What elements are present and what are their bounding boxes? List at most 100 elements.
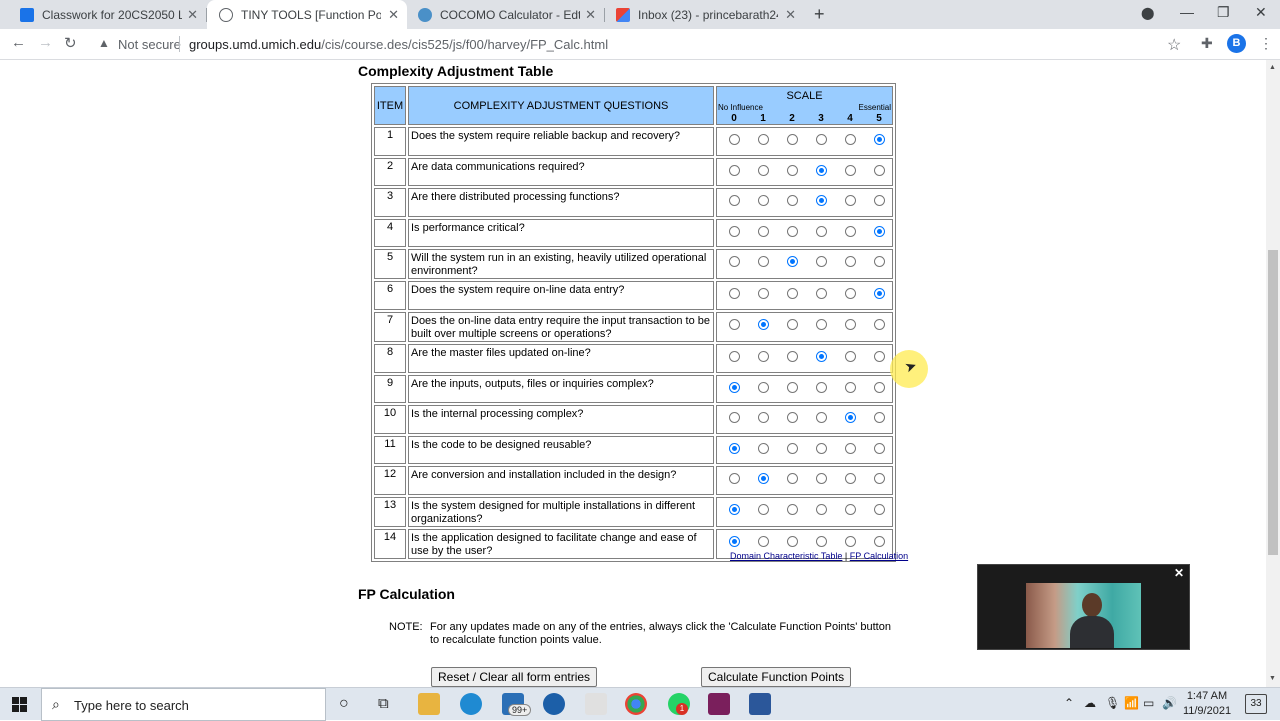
minimize-icon[interactable]: — <box>1180 4 1194 20</box>
scale-radio-1[interactable] <box>758 442 769 454</box>
scale-radio-5[interactable] <box>874 134 885 145</box>
scale-radio-3[interactable] <box>816 288 827 300</box>
maximize-icon[interactable]: ❐ <box>1217 4 1230 21</box>
close-icon[interactable]: ✕ <box>388 7 399 23</box>
calculate-button[interactable]: Calculate Function Points <box>701 667 852 687</box>
scale-radio-5[interactable] <box>874 350 885 362</box>
scale-radio-3[interactable] <box>816 318 827 330</box>
scale-radio-4[interactable] <box>845 503 856 515</box>
profile-avatar[interactable]: B <box>1227 34 1246 53</box>
scale-radio-1[interactable] <box>758 535 769 547</box>
scale-radio-0[interactable] <box>729 318 740 330</box>
forward-icon[interactable]: → <box>38 34 53 51</box>
scale-radio-1[interactable] <box>758 225 769 237</box>
scale-radio-1[interactable] <box>758 473 769 485</box>
close-window-icon[interactable]: ✕ <box>1255 4 1267 21</box>
scale-radio-5[interactable] <box>874 288 885 300</box>
tab-search-icon[interactable]: ⬤ <box>1141 6 1154 20</box>
scale-radio-5[interactable] <box>874 225 885 237</box>
scale-radio-1[interactable] <box>758 412 769 424</box>
scale-radio-5[interactable] <box>874 164 885 176</box>
scale-radio-2[interactable] <box>787 381 798 393</box>
close-icon[interactable]: ✕ <box>585 7 596 23</box>
edge-icon[interactable] <box>460 693 482 715</box>
bookmark-star-icon[interactable]: ☆ <box>1167 35 1181 55</box>
scale-radio-3[interactable] <box>816 134 827 145</box>
scale-radio-0[interactable] <box>729 442 740 454</box>
scale-radio-4[interactable] <box>845 256 856 268</box>
scale-radio-2[interactable] <box>787 134 798 145</box>
show-hidden-icons[interactable]: ⌃ <box>1064 696 1074 710</box>
scale-radio-0[interactable] <box>729 503 740 515</box>
scale-radio-4[interactable] <box>845 288 856 300</box>
scale-radio-4[interactable] <box>845 473 856 485</box>
wifi-icon[interactable]: 📶 <box>1124 696 1139 710</box>
scale-radio-2[interactable] <box>787 442 798 454</box>
scale-radio-0[interactable] <box>729 256 740 268</box>
scale-radio-0[interactable] <box>729 412 740 424</box>
volume-icon[interactable]: 🔊 <box>1162 696 1177 710</box>
scale-radio-0[interactable] <box>729 381 740 393</box>
scale-radio-3[interactable] <box>816 412 827 424</box>
scale-radio-3[interactable] <box>816 381 827 393</box>
scale-radio-4[interactable] <box>845 350 856 362</box>
menu-icon[interactable]: ⋮ <box>1259 35 1273 52</box>
windows-start-icon[interactable] <box>12 697 28 713</box>
scale-radio-0[interactable] <box>729 535 740 547</box>
scale-radio-2[interactable] <box>787 412 798 424</box>
close-icon[interactable]: ✕ <box>1174 566 1184 580</box>
scale-radio-0[interactable] <box>729 134 740 145</box>
app-icon[interactable] <box>708 693 730 715</box>
file-explorer-icon[interactable] <box>418 693 440 715</box>
scale-radio-0[interactable] <box>729 164 740 176</box>
scale-radio-5[interactable] <box>874 473 885 485</box>
scale-radio-4[interactable] <box>845 535 856 547</box>
chrome-icon[interactable] <box>625 693 647 715</box>
scale-radio-4[interactable] <box>845 381 856 393</box>
scale-radio-3[interactable] <box>816 195 827 207</box>
taskbar-clock[interactable]: 1:47 AM 11/9/2021 <box>1182 689 1232 719</box>
microphone-icon[interactable]: 🎙 <box>1105 696 1120 710</box>
scale-radio-4[interactable] <box>845 442 856 454</box>
scale-radio-2[interactable] <box>787 503 798 515</box>
scale-radio-0[interactable] <box>729 350 740 362</box>
taskbar-search[interactable]: ⌕ Type here to search <box>41 688 326 721</box>
scale-radio-2[interactable] <box>787 288 798 300</box>
warning-icon[interactable]: ▲ <box>98 36 110 50</box>
scale-radio-3[interactable] <box>816 442 827 454</box>
scale-radio-3[interactable] <box>816 350 827 362</box>
scale-radio-4[interactable] <box>845 225 856 237</box>
word-icon[interactable] <box>749 693 771 715</box>
domain-table-link[interactable]: Domain Characteristic Table <box>730 551 842 561</box>
scale-radio-1[interactable] <box>758 350 769 362</box>
scale-radio-1[interactable] <box>758 256 769 268</box>
fp-calculation-link[interactable]: FP Calculation <box>850 551 908 561</box>
scale-radio-1[interactable] <box>758 288 769 300</box>
scale-radio-3[interactable] <box>816 164 827 176</box>
extensions-icon[interactable]: ✚ <box>1201 35 1213 52</box>
reload-icon[interactable]: ↻ <box>64 34 77 52</box>
tab-cocomo[interactable]: COCOMO Calculator - Edtechnol ✕ <box>406 0 604 29</box>
scale-radio-5[interactable] <box>874 381 885 393</box>
scale-radio-1[interactable] <box>758 134 769 145</box>
task-view-icon[interactable]: ⧉ <box>378 695 389 712</box>
scale-radio-4[interactable] <box>845 195 856 207</box>
scale-radio-3[interactable] <box>816 503 827 515</box>
tab-tiny-tools[interactable]: TINY TOOLS [Function Point Calc ✕ <box>207 0 407 29</box>
scroll-down-icon[interactable]: ▼ <box>1269 675 1276 682</box>
battery-icon[interactable]: ▭ <box>1143 696 1154 710</box>
scale-radio-0[interactable] <box>729 473 740 485</box>
scale-radio-2[interactable] <box>787 473 798 485</box>
cortana-icon[interactable]: ○ <box>339 695 349 713</box>
address-bar[interactable]: ▲ Not secure groups.umd.umich.edu/cis/co… <box>88 31 1256 58</box>
scale-radio-2[interactable] <box>787 350 798 362</box>
scale-radio-3[interactable] <box>816 225 827 237</box>
scale-radio-4[interactable] <box>845 164 856 176</box>
scale-radio-4[interactable] <box>845 412 856 424</box>
scale-radio-4[interactable] <box>845 318 856 330</box>
tab-classwork[interactable]: Classwork for 20CS2050 L-Software ✕ <box>8 0 206 29</box>
scale-radio-4[interactable] <box>845 134 856 145</box>
scale-radio-5[interactable] <box>874 535 885 547</box>
url-text[interactable]: groups.umd.umich.edu/cis/course.des/cis5… <box>189 37 608 52</box>
scale-radio-5[interactable] <box>874 195 885 207</box>
